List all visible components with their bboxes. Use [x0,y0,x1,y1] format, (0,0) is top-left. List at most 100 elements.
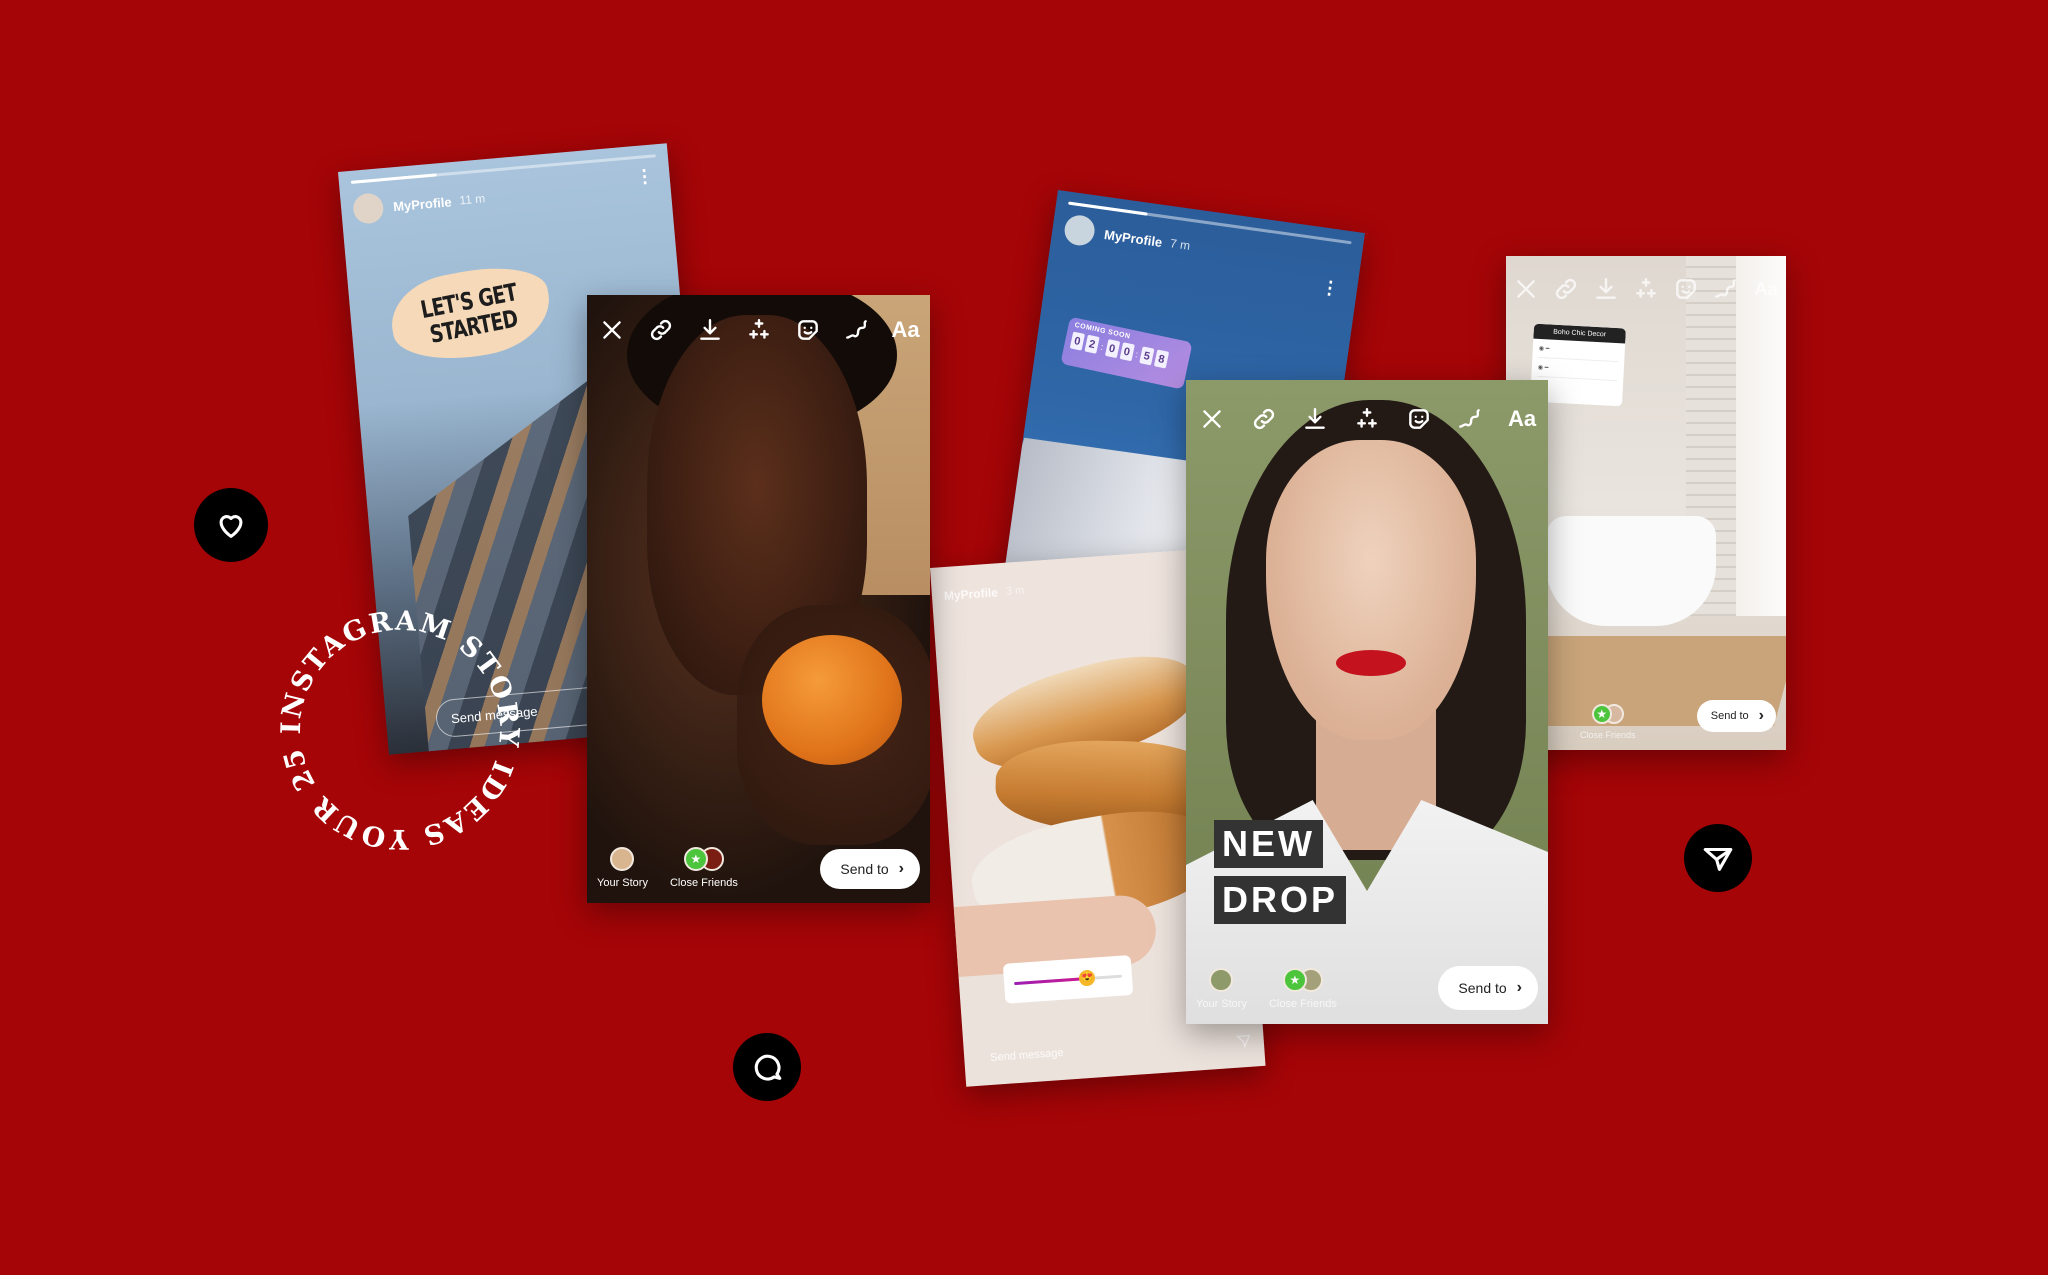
countdown-digit: 2 [1084,334,1100,354]
your-story-label: Your Story [597,877,648,889]
draw-icon[interactable] [842,315,872,345]
close-friends-target[interactable]: ★ Close Friends [1269,968,1337,1010]
story-time: 7 m [1169,236,1192,253]
chat-bubble-icon [754,1054,782,1081]
close-friends-label: Close Friends [1268,998,1337,1010]
link-icon[interactable] [646,315,676,345]
countdown-digit: 8 [1153,349,1170,369]
send-message-input[interactable]: Send message [977,1024,1231,1075]
heart-icon [219,515,243,538]
sticker-icon[interactable] [1671,274,1701,304]
countdown-digit: 0 [1069,331,1086,351]
close-friends-target[interactable]: ★ Close Friends [670,847,738,889]
poll-title: Boho Chic Decor [1533,323,1626,344]
your-story-swatch [610,847,635,871]
story-card-boho-decor[interactable]: Aa Boho Chic Decor ◉ ━ ◉ ━ ★ Close Frien… [1506,256,1786,750]
close-icon[interactable] [1511,274,1541,304]
like-button[interactable] [194,488,268,562]
editor-toolbar: Aa [1186,404,1548,434]
send-to-button[interactable]: Send to › [1696,700,1776,732]
avatar[interactable] [1062,213,1097,248]
story-card-new-drop[interactable]: Aa NEW DROP Your Story ★ Close Friends S… [1186,380,1548,1024]
comment-button[interactable] [733,1033,801,1101]
star-icon: ★ [1591,704,1612,724]
countdown-digit: 0 [1119,342,1135,362]
poll-option[interactable]: ◉ ━ [1538,344,1619,363]
countdown-sticker[interactable]: COMING SOON 0 2 : 0 0 : 5 8 [1060,316,1193,390]
share-bar: Your Story ★ Close Friends Send to › [1186,966,1548,1010]
more-options-icon[interactable]: ⋮ [635,166,655,187]
link-icon[interactable] [1249,404,1279,434]
link-icon[interactable] [1551,274,1581,304]
share-bar: Your Story ★ Close Friends Send to › [587,847,930,889]
your-story-target[interactable]: Your Story [597,847,648,889]
countdown-digit: 5 [1139,346,1155,366]
star-icon: ★ [683,847,708,871]
circular-headline: YOUR 25 INSTAGRAM STORY IDEAS FOR [270,600,530,860]
editor-toolbar: Aa [587,315,930,345]
share-button[interactable] [1684,824,1752,892]
chevron-right-icon: › [1516,979,1522,996]
slider-fill [1014,976,1088,985]
send-to-label: Send to [840,861,889,877]
your-story-swatch [1209,968,1234,992]
circular-headline-text: YOUR 25 INSTAGRAM STORY IDEAS FOR [270,600,530,860]
avatar[interactable] [352,192,385,225]
profile-name[interactable]: MyProfile [393,194,453,214]
more-options-icon[interactable]: ⋮ [1320,277,1341,299]
send-to-button[interactable]: Send to › [820,849,920,889]
effects-sparkle-icon[interactable] [744,315,774,345]
share-bar: ★ Close Friends Send to › [1506,700,1786,740]
close-icon[interactable] [1197,404,1227,434]
effects-sparkle-icon[interactable] [1352,404,1382,434]
text-icon[interactable]: Aa [1507,404,1537,434]
poll-option[interactable]: ◉ ━ [1537,363,1618,382]
chevron-right-icon: › [898,860,904,877]
send-to-label: Send to [1458,980,1507,996]
story-header: MyProfile 7 m [1062,213,1192,260]
sticker-icon[interactable] [1404,404,1434,434]
send-paper-plane-icon[interactable] [1235,1033,1252,1050]
draw-icon[interactable] [1711,274,1741,304]
orange-fruit [762,635,902,765]
send-paper-plane-icon [1703,847,1733,871]
your-story-label: Your Story [1196,998,1247,1010]
text-icon[interactable]: Aa [1751,274,1781,304]
close-friends-label: Close Friends [669,877,738,889]
text-sticker[interactable]: LET'S GET STARTED [384,256,558,372]
download-icon[interactable] [695,315,725,345]
portrait-face [1266,440,1476,740]
close-icon[interactable] [597,315,627,345]
sticker-icon[interactable] [793,315,823,345]
story-card-orange-portrait[interactable]: Aa Your Story ★ Close Friends Send to › [587,295,930,903]
curtain [1736,256,1786,616]
story-header: MyProfile 11 m [352,183,486,225]
red-lips [1336,650,1406,676]
star-icon: ★ [1282,968,1307,992]
svg-text:YOUR 25 INSTAGRAM STORY IDEAS: YOUR 25 INSTAGRAM STORY IDEAS FOR [270,600,530,860]
text-icon[interactable]: Aa [891,315,921,345]
your-story-target[interactable]: Your Story [1196,968,1247,1010]
story-header: MyProfile 3 m [944,584,1025,604]
send-message-placeholder: Send message [989,1046,1064,1064]
chevron-right-icon: › [1758,707,1764,724]
slider-emoji-handle[interactable]: 😍 [1078,968,1096,987]
send-to-label: Send to [1710,710,1749,722]
close-friends-target[interactable]: ★ Close Friends [1580,704,1636,740]
close-friends-label: Close Friends [1580,730,1636,740]
new-drop-line-2[interactable]: DROP [1214,876,1347,924]
draw-icon[interactable] [1455,404,1485,434]
story-time: 11 m [458,191,486,208]
bathtub [1546,516,1716,626]
story-time: 3 m [1005,584,1025,598]
emoji-slider-sticker[interactable]: 😍 [1002,954,1134,1004]
send-to-button[interactable]: Send to › [1438,966,1538,1010]
new-drop-line-1[interactable]: NEW [1214,820,1323,868]
editor-toolbar: Aa [1506,274,1786,304]
profile-name[interactable]: MyProfile [1103,226,1163,249]
download-icon[interactable] [1591,274,1621,304]
slider-track[interactable]: 😍 [1014,968,1123,987]
download-icon[interactable] [1300,404,1330,434]
profile-name[interactable]: MyProfile [944,585,999,603]
effects-sparkle-icon[interactable] [1631,274,1661,304]
